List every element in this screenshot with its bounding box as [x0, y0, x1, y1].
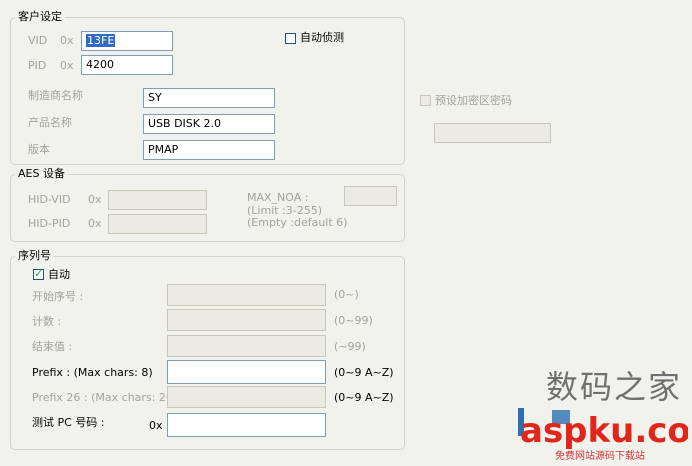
check-mark-icon: ✓ — [34, 267, 44, 280]
vid-input[interactable]: 13FE — [81, 31, 173, 51]
max-noa-input[interactable] — [344, 186, 397, 206]
prefix-input[interactable] — [167, 360, 326, 384]
preset-password-label: 预设加密区密码 — [435, 94, 512, 107]
prefix-label: Prefix : (Max chars: 8) — [32, 366, 153, 379]
watermark-logo: aspku.com — [518, 402, 692, 452]
count-input[interactable] — [167, 309, 326, 331]
end-value-label: 结束值 : — [32, 340, 73, 353]
watermark-subtitle: 免费网站源码下载站 — [555, 451, 645, 462]
start-serial-hint: (0~) — [334, 288, 359, 301]
version-input[interactable]: PMAP — [143, 140, 275, 160]
vid-value: 13FE — [86, 34, 116, 47]
test-pc-prefix: 0x — [149, 419, 163, 432]
count-label: 计数 : — [32, 315, 62, 328]
end-value-hint: (~99) — [334, 340, 366, 353]
aes-device-title: AES 设备 — [15, 167, 68, 181]
vid-label: VID — [28, 34, 48, 47]
customer-settings-title: 客户设定 — [15, 10, 65, 24]
preset-password-checkbox[interactable] — [420, 95, 431, 106]
aes-device-group: AES 设备 — [10, 167, 405, 242]
pid-label: PID — [28, 59, 47, 72]
serial-auto-checkbox[interactable]: ✓ — [33, 267, 44, 280]
auto-detect-checkbox[interactable] — [285, 33, 296, 44]
prefix26-label: Prefix 26 : (Max chars: 26) — [32, 391, 178, 404]
hid-pid-input[interactable] — [108, 214, 207, 234]
manufacturer-input[interactable]: SY — [143, 88, 275, 108]
max-noa-empty: (Empty :default 6) — [247, 216, 348, 229]
prefix26-hint: (0~9 A~Z) — [334, 391, 394, 404]
serial-number-title: 序列号 — [15, 249, 54, 263]
hid-vid-label: HID-VID — [28, 193, 71, 206]
product-label: 产品名称 — [28, 116, 72, 129]
prefix26-input[interactable] — [167, 386, 326, 408]
hid-vid-input[interactable] — [108, 190, 207, 210]
hid-pid-label: HID-PID — [28, 217, 71, 230]
watermark-logo-text: aspku.com — [520, 411, 688, 451]
test-pc-label: 测试 PC 号码 : — [32, 416, 105, 429]
pid-input[interactable]: 4200 — [81, 55, 173, 75]
auto-detect-label: 自动侦测 — [300, 31, 344, 44]
prefix-hint: (0~9 A~Z) — [334, 366, 394, 379]
max-noa-label: MAX_NOA : — [247, 191, 309, 204]
serial-auto-label: 自动 — [48, 268, 70, 281]
pid-prefix: 0x — [60, 59, 74, 72]
hid-pid-prefix: 0x — [88, 217, 102, 230]
manufacturer-label: 制造商名称 — [28, 89, 83, 102]
hid-vid-prefix: 0x — [88, 193, 102, 206]
preset-password-input[interactable] — [434, 123, 551, 143]
vid-prefix: 0x — [60, 34, 74, 47]
test-pc-input[interactable] — [167, 413, 326, 437]
product-input[interactable]: USB DISK 2.0 — [143, 114, 275, 134]
start-serial-label: 开始序号 : — [32, 290, 84, 303]
version-label: 版本 — [28, 143, 50, 156]
start-serial-input[interactable] — [167, 284, 326, 306]
aspku-logo-icon: aspku.com — [518, 408, 692, 451]
count-hint: (0~99) — [334, 314, 373, 327]
end-value-input[interactable] — [167, 335, 326, 357]
